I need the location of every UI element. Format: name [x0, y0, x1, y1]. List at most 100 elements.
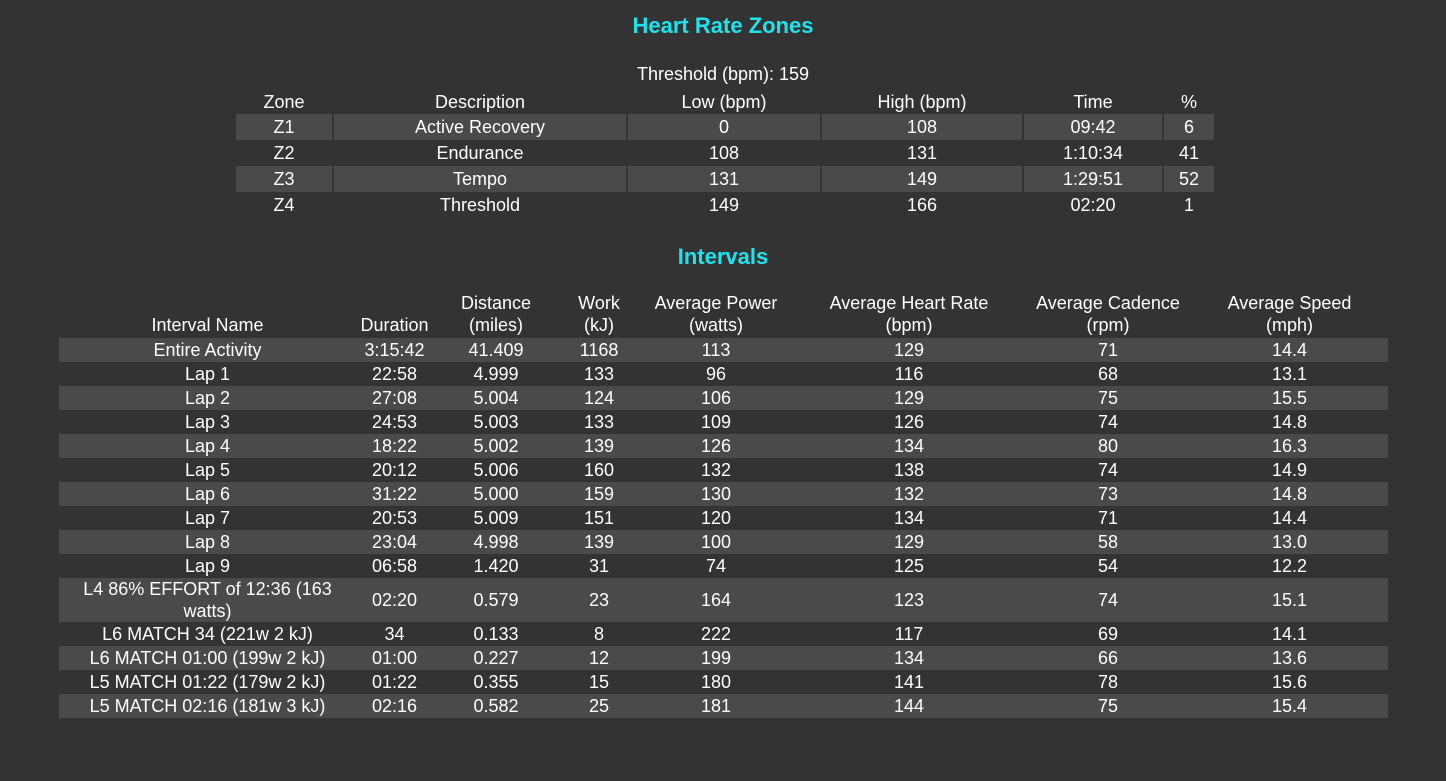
interval-cell-average-heart-rate: 123	[793, 578, 1025, 622]
intervals-header-average-speed: Average Speed (mph)	[1191, 292, 1388, 338]
interval-row: L5 MATCH 01:22 (179w 2 kJ) 01:22 0.355 15 18…	[59, 670, 1388, 694]
heart-rate-zones-table: Zone Description Low (bpm) High (bpm) Ti…	[234, 90, 1216, 218]
interval-cell-duration: 24:53	[371, 412, 418, 432]
intervals-header-line: Duration	[360, 315, 429, 335]
interval-cell-average-speed: 14.4	[1191, 338, 1388, 362]
interval-row: L6 MATCH 01:00 (199w 2 kJ) 01:00 0.227 12 19…	[59, 646, 1388, 670]
interval-cell-average-speed: 14.8	[1191, 482, 1388, 506]
interval-cell-average-cadence: 71	[1097, 508, 1119, 528]
interval-cell-average-power: 109	[700, 412, 732, 432]
interval-cell-duration: 01:00	[356, 646, 433, 670]
interval-cell-average-speed: 12.2	[1271, 556, 1308, 576]
interval-cell-average-heart-rate: 134	[793, 434, 1025, 458]
interval-cell-average-speed: 15.5	[1191, 386, 1388, 410]
interval-row: Lap 9 06:58 1.420 31 74 125 54 12.2	[59, 554, 1388, 578]
interval-cell-duration: 27:08	[356, 386, 433, 410]
zone-cell-percent: 1	[1183, 195, 1194, 215]
interval-cell-average-power: 126	[639, 434, 793, 458]
interval-cell-work: 1168	[559, 338, 639, 362]
interval-cell-average-heart-rate: 129	[793, 386, 1025, 410]
interval-cell-average-cadence: 75	[1025, 386, 1191, 410]
zone-cell-zone: Z1	[236, 114, 332, 140]
interval-cell-average-cadence: 58	[1025, 530, 1191, 554]
zones-header-high: High (bpm)	[877, 92, 967, 112]
interval-row: Lap 6 31:22 5.000 159 130 132 73 14.8	[59, 482, 1388, 506]
interval-cell-work: 133	[583, 364, 615, 384]
intervals-header-average-heart-rate: Average Heart Rate (bpm)	[793, 292, 1025, 338]
interval-cell-interval-name: Lap 5	[184, 460, 231, 480]
zone-cell-description: Active Recovery	[334, 114, 626, 140]
interval-cell-work: 25	[559, 694, 639, 718]
interval-cell-duration: 06:58	[371, 556, 418, 576]
interval-cell-average-speed: 14.1	[1271, 624, 1308, 644]
threshold-label: Threshold (bpm): 159	[636, 64, 810, 84]
intervals-header-line: Distance	[460, 293, 532, 313]
interval-row: Lap 8 23:04 4.998 139 100 129 58 13.0	[59, 530, 1388, 554]
interval-cell-duration: 18:22	[356, 434, 433, 458]
interval-cell-average-power: 132	[700, 460, 732, 480]
interval-cell-distance: 4.998	[433, 530, 559, 554]
heart-rate-zones-title: Heart Rate Zones	[632, 13, 814, 38]
interval-cell-average-heart-rate: 144	[793, 694, 1025, 718]
interval-cell-distance: 0.582	[433, 694, 559, 718]
interval-row: Lap 7 20:53 5.009 151 120 134 71 14.4	[59, 506, 1388, 530]
interval-cell-average-heart-rate: 129	[793, 530, 1025, 554]
interval-cell-duration: 20:12	[371, 460, 418, 480]
intervals-header-line: (watts)	[689, 315, 743, 335]
zone-cell-low: 0	[628, 114, 820, 140]
interval-cell-average-power: 199	[639, 646, 793, 670]
interval-cell-average-heart-rate: 125	[893, 556, 925, 576]
interval-cell-average-cadence: 71	[1025, 338, 1191, 362]
interval-cell-average-cadence: 69	[1097, 624, 1119, 644]
interval-cell-average-speed: 14.9	[1271, 460, 1308, 480]
zone-cell-time: 1:29:51	[1024, 166, 1162, 192]
interval-cell-work: 151	[583, 508, 615, 528]
interval-cell-duration: 01:22	[371, 672, 418, 692]
interval-cell-interval-name: Lap 4	[59, 434, 356, 458]
interval-cell-average-speed: 14.8	[1271, 412, 1308, 432]
zone-cell-description: Endurance	[436, 143, 524, 163]
zones-header-time: Time	[1073, 92, 1113, 112]
intervals-header-line: Average Cadence	[1036, 293, 1180, 313]
interval-cell-duration: 02:20	[356, 578, 433, 622]
interval-cell-average-power: 130	[639, 482, 793, 506]
interval-row: L6 MATCH 34 (221w 2 kJ) 34 0.133 8 222 117 69 1…	[59, 622, 1388, 646]
interval-cell-duration: 22:58	[371, 364, 418, 384]
intervals-title: Intervals	[677, 244, 769, 269]
intervals-header-interval-name: Interval Name	[59, 292, 356, 338]
interval-cell-average-power: 181	[639, 694, 793, 718]
interval-cell-average-speed: 15.1	[1191, 578, 1388, 622]
zone-cell-high: 131	[906, 143, 938, 163]
interval-row: Lap 5 20:12 5.006 160 132 138 74 14.9	[59, 458, 1388, 482]
interval-cell-interval-name: Lap 9	[184, 556, 231, 576]
interval-cell-work: 159	[559, 482, 639, 506]
zone-cell-low: 108	[708, 143, 740, 163]
interval-cell-average-heart-rate: 138	[893, 460, 925, 480]
interval-cell-average-cadence: 78	[1097, 672, 1119, 692]
interval-cell-work: 133	[583, 412, 615, 432]
intervals-header-line: Average Speed	[1227, 293, 1352, 313]
interval-row: Lap 2 27:08 5.004 124 106 129 75 15.5	[59, 386, 1388, 410]
interval-row: Lap 1 22:58 4.999 133 96 116 68 13.1	[59, 362, 1388, 386]
interval-cell-interval-name: L6 MATCH 34 (221w 2 kJ)	[102, 624, 313, 644]
interval-cell-interval-name: Lap 7	[184, 508, 231, 528]
interval-cell-distance: 5.003	[473, 412, 519, 432]
zone-cell-high: 166	[906, 195, 938, 215]
intervals-header-average-cadence: Average Cadence (rpm)	[1025, 292, 1191, 338]
zone-cell-description: Tempo	[334, 166, 626, 192]
interval-cell-work: 160	[583, 460, 615, 480]
intervals-header-line: (bpm)	[885, 315, 933, 335]
interval-cell-average-power: 113	[639, 338, 793, 362]
zone-cell-percent: 41	[1178, 143, 1200, 163]
interval-cell-average-power: 222	[700, 624, 732, 644]
interval-cell-distance: 0.227	[433, 646, 559, 670]
intervals-header-line: (miles)	[469, 315, 523, 335]
interval-cell-interval-name: L4 86% EFFORT of 12:36 (163 watts)	[59, 578, 356, 622]
interval-cell-distance: 5.000	[433, 482, 559, 506]
interval-cell-average-speed: 13.6	[1191, 646, 1388, 670]
interval-cell-average-power: 164	[639, 578, 793, 622]
interval-cell-distance: 0.133	[473, 624, 519, 644]
interval-cell-interval-name: Lap 1	[184, 364, 231, 384]
intervals-header-line: Work	[578, 293, 620, 313]
intervals-header-line: Average Power	[654, 293, 778, 313]
